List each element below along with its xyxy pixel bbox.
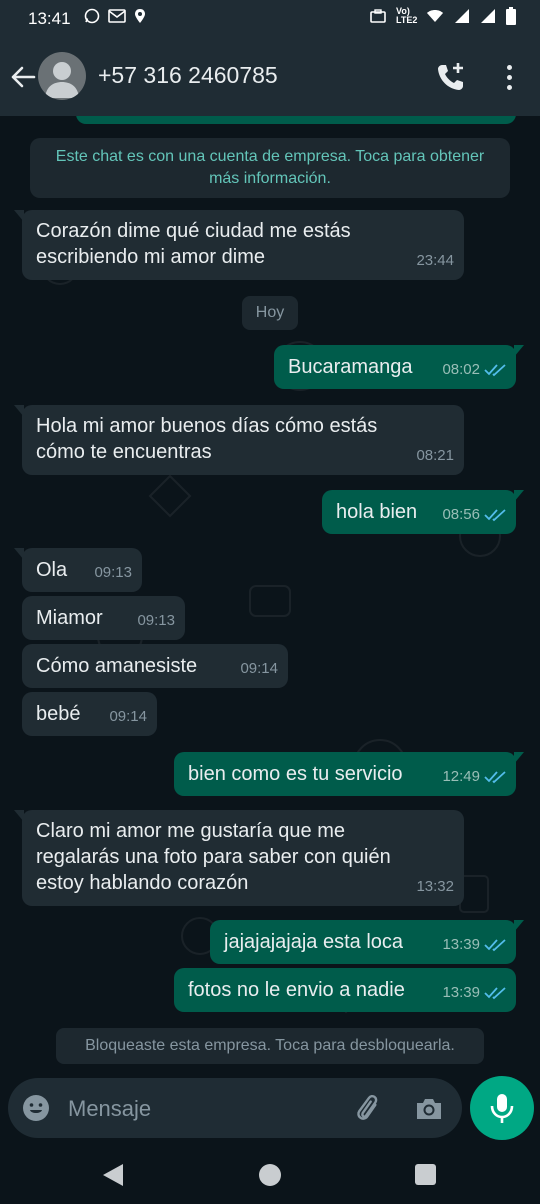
more-vert-icon [506,64,512,70]
message-meta: 13:39 [442,980,506,1006]
status-right-icons: Vo) LTE2 [370,7,516,25]
message-bubble-incoming[interactable]: bebé 09:14 [22,692,157,736]
message-bubble-incoming[interactable]: Hola mi amor buenos días cómo estás cómo… [14,405,464,475]
message-bubble-outgoing[interactable]: bien como es tu servicio 12:49 [174,752,524,796]
message-text: Hola mi amor buenos días cómo estás cómo… [36,415,378,463]
message-meta: 13:39 [442,932,506,958]
message-meta: 08:56 [442,502,506,528]
read-ticks-icon [484,771,506,784]
mail-icon [108,9,126,23]
nav-home-icon[interactable] [259,1164,281,1186]
status-left-icons [84,8,146,24]
back-arrow-icon [11,66,36,88]
previous-message-bubble[interactable] [76,116,516,124]
message-meta: 09:14 [109,704,147,730]
attach-icon [357,1094,378,1120]
nav-back-icon[interactable] [102,1163,124,1187]
message-meta: 09:14 [240,656,278,682]
message-input[interactable] [66,1092,330,1126]
message-composer [8,1078,462,1138]
avatar-icon [45,62,79,98]
camera-button[interactable] [414,1094,444,1124]
message-meta: 08:02 [442,357,506,383]
message-bubble-outgoing[interactable]: Bucaramanga 08:02 [274,345,524,389]
message-meta: 09:13 [137,608,175,634]
message-time: 13:39 [442,936,480,953]
whatsapp-icon [84,8,100,24]
message-time: 23:44 [416,252,454,269]
message-time: 09:13 [137,612,175,629]
message-time: 08:56 [442,506,480,523]
contact-name[interactable]: +57 316 2460785 [98,62,278,89]
message-bubble-outgoing[interactable]: fotos no le envio a nadie 13:39 [174,968,516,1012]
message-time: 13:39 [442,984,480,1001]
network-label: Vo) LTE2 [396,6,418,25]
add-call-icon [438,63,463,90]
message-bubble-outgoing[interactable]: hola bien 08:56 [322,490,524,534]
nav-recent-icon[interactable] [415,1164,436,1185]
message-meta: 12:49 [442,764,506,790]
status-bar: 13:41 Vo) LTE2 [0,0,540,38]
message-text: Cómo amanesiste [36,655,198,677]
date-chip: Hoy [242,296,298,330]
attach-button[interactable] [354,1094,384,1124]
read-ticks-icon [484,987,506,1000]
business-info-banner[interactable]: Este chat es con una cuenta de empresa. … [30,138,510,198]
message-bubble-outgoing[interactable]: jajajajajaja esta loca 13:39 [210,920,524,964]
read-ticks-icon [484,939,506,952]
message-bubble-incoming[interactable]: Claro mi amor me gustaría que me regalar… [14,810,464,906]
mic-icon [490,1094,514,1123]
message-meta: 13:32 [416,874,454,900]
emoji-icon [23,1095,49,1121]
message-meta: 08:21 [416,443,454,469]
message-bubble-incoming[interactable]: Corazón dime qué ciudad me estás escribi… [14,210,464,280]
message-text: Claro mi amor me gustaría que me regalar… [36,820,391,894]
blocked-business-banner[interactable]: Bloqueaste esta empresa. Toca para desbl… [56,1028,484,1064]
message-time: 09:13 [94,564,132,581]
signal-icon-2 [481,9,495,23]
message-bubble-incoming[interactable]: Cómo amanesiste 09:14 [22,644,288,688]
contact-avatar[interactable] [38,52,86,100]
signal-icon [455,9,469,23]
message-bubble-incoming[interactable]: Miamor 09:13 [22,596,185,640]
more-options-button[interactable] [496,60,522,94]
message-meta: 23:44 [416,248,454,274]
message-text: Corazón dime qué ciudad me estás escribi… [36,220,351,268]
message-time: 08:02 [442,361,480,378]
briefcase-icon [370,9,386,23]
wifi-icon [427,10,443,22]
add-call-button[interactable] [434,60,468,94]
voice-message-button[interactable] [470,1076,534,1140]
location-icon [135,9,145,23]
emoji-button[interactable] [22,1094,50,1122]
battery-icon [506,7,516,25]
message-time: 08:21 [416,447,454,464]
message-meta: 09:13 [94,560,132,586]
chat-area[interactable]: Este chat es con una cuenta de empresa. … [0,116,540,1080]
message-time: 09:14 [109,708,147,725]
read-ticks-icon [484,509,506,522]
back-button[interactable] [8,62,38,92]
read-ticks-icon [484,364,506,377]
chat-header: +57 316 2460785 [0,38,540,116]
status-time: 13:41 [28,9,71,28]
camera-icon [417,1099,441,1119]
message-bubble-incoming[interactable]: Ola 09:13 [14,548,142,592]
message-time: 12:49 [442,768,480,785]
message-time: 13:32 [416,878,454,895]
message-time: 09:14 [240,660,278,677]
system-nav-bar [0,1146,540,1204]
